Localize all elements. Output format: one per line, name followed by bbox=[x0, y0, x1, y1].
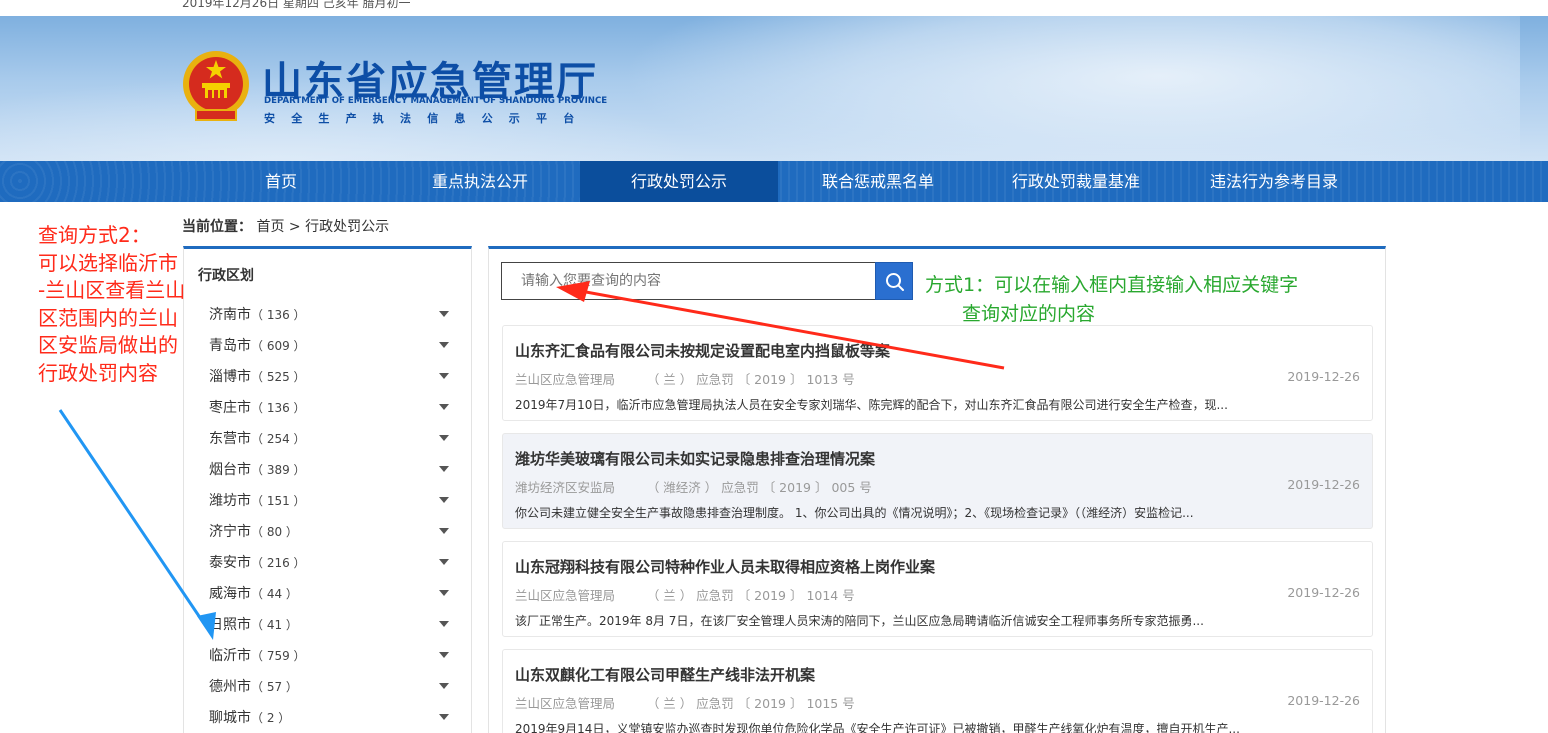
nav-penalty-standards[interactable]: 行政处罚裁量基准 bbox=[978, 161, 1174, 202]
sidebar-item-jinan[interactable]: 济南市（ 136 ） bbox=[209, 304, 449, 324]
result-org: 兰山区应急管理局 bbox=[515, 372, 616, 387]
chevron-down-icon[interactable] bbox=[439, 404, 449, 410]
result-meta: 兰山区应急管理局 （ 兰 ） 应急罚 〔 2019 〕 1013 号 bbox=[515, 369, 855, 388]
chevron-down-icon[interactable] bbox=[439, 621, 449, 627]
breadcrumb-home[interactable]: 首页 bbox=[256, 219, 284, 235]
result-date: 2019-12-26 bbox=[1287, 369, 1360, 384]
sidebar-item-weihai[interactable]: 威海市（ 44 ） bbox=[209, 583, 449, 603]
result-description: 2019年7月10日，临沂市应急管理局执法人员在安全专家刘瑞华、陈完辉的配合下，… bbox=[515, 398, 1228, 412]
nav-administrative-penalty[interactable]: 行政处罚公示 bbox=[580, 161, 778, 202]
search-button[interactable] bbox=[875, 262, 913, 300]
top-date-bar: 2019年12月26日 星期四 己亥年 腊月初一 bbox=[0, 0, 1548, 16]
sidebar-item-weifang[interactable]: 潍坊市（ 151 ） bbox=[209, 490, 449, 510]
result-date: 2019-12-26 bbox=[1287, 585, 1360, 600]
result-doc-number: （ 潍经济 ） 应急罚 〔 2019 〕 005 号 bbox=[646, 480, 872, 495]
result-org: 潍坊经济区安监局 bbox=[515, 480, 616, 495]
search-input[interactable] bbox=[501, 262, 876, 300]
nav-key-enforcement[interactable]: 重点执法公开 bbox=[380, 161, 580, 202]
result-title[interactable]: 山东齐汇食品有限公司未按规定设置配电室内挡鼠板等案 bbox=[515, 340, 890, 361]
national-emblem-icon bbox=[183, 51, 249, 121]
result-date: 2019-12-26 bbox=[1287, 693, 1360, 708]
chevron-down-icon[interactable] bbox=[439, 590, 449, 596]
result-card[interactable]: 山东双麒化工有限公司甲醛生产线非法开机案 兰山区应急管理局 （ 兰 ） 应急罚 … bbox=[502, 649, 1373, 733]
chevron-down-icon[interactable] bbox=[439, 435, 449, 441]
region-sidebar: 行政区划 济南市（ 136 ） 青岛市（ 609 ） 淄博市（ 525 ） 枣庄… bbox=[183, 246, 472, 733]
sidebar-item-dongying[interactable]: 东营市（ 254 ） bbox=[209, 428, 449, 448]
result-card[interactable]: 山东冠翔科技有限公司特种作业人员未取得相应资格上岗作业案 兰山区应急管理局 （ … bbox=[502, 541, 1373, 637]
chevron-down-icon[interactable] bbox=[439, 528, 449, 534]
result-card[interactable]: 潍坊华美玻璃有限公司未如实记录隐患排查治理情况案 潍坊经济区安监局 （ 潍经济 … bbox=[502, 433, 1373, 529]
nav-home[interactable]: 首页 bbox=[182, 161, 380, 202]
result-meta: 潍坊经济区安监局 （ 潍经济 ） 应急罚 〔 2019 〕 005 号 bbox=[515, 477, 872, 496]
chevron-down-icon[interactable] bbox=[439, 559, 449, 565]
result-org: 兰山区应急管理局 bbox=[515, 588, 616, 603]
result-title[interactable]: 潍坊华美玻璃有限公司未如实记录隐患排查治理情况案 bbox=[515, 448, 875, 469]
chevron-down-icon[interactable] bbox=[439, 342, 449, 348]
result-date: 2019-12-26 bbox=[1287, 477, 1360, 492]
result-card[interactable]: 山东齐汇食品有限公司未按规定设置配电室内挡鼠板等案 兰山区应急管理局 （ 兰 ）… bbox=[502, 325, 1373, 421]
result-title[interactable]: 山东双麒化工有限公司甲醛生产线非法开机案 bbox=[515, 664, 815, 685]
sidebar-item-taian[interactable]: 泰安市（ 216 ） bbox=[209, 552, 449, 572]
sidebar-item-linyi[interactable]: 临沂市（ 759 ） bbox=[209, 645, 449, 665]
result-meta: 兰山区应急管理局 （ 兰 ） 应急罚 〔 2019 〕 1014 号 bbox=[515, 585, 855, 604]
chevron-down-icon[interactable] bbox=[439, 497, 449, 503]
sidebar-item-jining[interactable]: 济宁市（ 80 ） bbox=[209, 521, 449, 541]
results-panel: 山东齐汇食品有限公司未按规定设置配电室内挡鼠板等案 兰山区应急管理局 （ 兰 ）… bbox=[488, 246, 1386, 733]
main-nav: 首页 重点执法公开 行政处罚公示 联合惩戒黑名单 行政处罚裁量基准 违法行为参考… bbox=[0, 161, 1548, 202]
result-doc-number: （ 兰 ） 应急罚 〔 2019 〕 1014 号 bbox=[646, 588, 855, 603]
chevron-down-icon[interactable] bbox=[439, 373, 449, 379]
date-text: 2019年12月26日 星期四 己亥年 腊月初一 bbox=[182, 0, 411, 10]
sidebar-item-liaocheng[interactable]: 聊城市（ 2 ） bbox=[209, 707, 449, 727]
breadcrumb-separator: > bbox=[288, 219, 301, 235]
result-title[interactable]: 山东冠翔科技有限公司特种作业人员未取得相应资格上岗作业案 bbox=[515, 556, 935, 577]
sidebar-item-rizhao[interactable]: 日照市（ 41 ） bbox=[209, 614, 449, 634]
site-subtitle-en: DEPARTMENT OF EMERGENCY MANAGEMENT OF SH… bbox=[264, 96, 608, 106]
chevron-down-icon[interactable] bbox=[439, 652, 449, 658]
result-meta: 兰山区应急管理局 （ 兰 ） 应急罚 〔 2019 〕 1015 号 bbox=[515, 693, 855, 712]
chevron-down-icon[interactable] bbox=[439, 683, 449, 689]
annotation-method-1-line2: 查询对应的内容 bbox=[962, 303, 1096, 325]
sidebar-item-yantai[interactable]: 烟台市（ 389 ） bbox=[209, 459, 449, 479]
sidebar-item-zaozhuang[interactable]: 枣庄市（ 136 ） bbox=[209, 397, 449, 417]
breadcrumb-current[interactable]: 行政处罚公示 bbox=[305, 219, 389, 235]
sidebar-item-zibo[interactable]: 淄博市（ 525 ） bbox=[209, 366, 449, 386]
nav-violation-catalog[interactable]: 违法行为参考目录 bbox=[1174, 161, 1374, 202]
result-doc-number: （ 兰 ） 应急罚 〔 2019 〕 1015 号 bbox=[646, 696, 855, 711]
result-doc-number: （ 兰 ） 应急罚 〔 2019 〕 1013 号 bbox=[646, 372, 855, 387]
breadcrumb: 当前位置： 首页 > 行政处罚公示 bbox=[182, 216, 389, 236]
chevron-down-icon[interactable] bbox=[439, 466, 449, 472]
breadcrumb-prefix: 当前位置： bbox=[182, 219, 252, 235]
sidebar-item-qingdao[interactable]: 青岛市（ 609 ） bbox=[209, 335, 449, 355]
site-subtitle-cn: 安全生产执法信息公示平台 bbox=[264, 112, 591, 125]
result-description: 2019年9月14日，义堂镇安监办巡查时发现你单位危险化学品《安全生产许可证》已… bbox=[515, 722, 1240, 733]
sidebar-item-dezhou[interactable]: 德州市（ 57 ） bbox=[209, 676, 449, 696]
chevron-down-icon[interactable] bbox=[439, 714, 449, 720]
result-description: 你公司未建立健全安全生产事故隐患排查治理制度。 1、你公司出具的《情况说明》；2… bbox=[515, 506, 1194, 520]
chevron-down-icon[interactable] bbox=[439, 311, 449, 317]
result-org: 兰山区应急管理局 bbox=[515, 696, 616, 711]
annotation-method-2: 查询方式2： 可以选择临沂市 -兰山区查看兰山 区范围内的兰山 区安监局做出的 … bbox=[38, 223, 186, 385]
result-description: 该厂正常生产。2019年 8月 7日，在该厂安全管理人员宋涛的陪同下，兰山区应急… bbox=[515, 614, 1204, 628]
nav-joint-blacklist[interactable]: 联合惩戒黑名单 bbox=[778, 161, 978, 202]
sidebar-title: 行政区划 bbox=[198, 268, 254, 284]
annotation-method-1: 方式1：可以在输入框内直接输入相应关键字 bbox=[925, 274, 1299, 296]
site-header: 山东省应急管理厅 DEPARTMENT OF EMERGENCY MANAGEM… bbox=[0, 16, 1548, 161]
search-icon bbox=[886, 273, 904, 291]
